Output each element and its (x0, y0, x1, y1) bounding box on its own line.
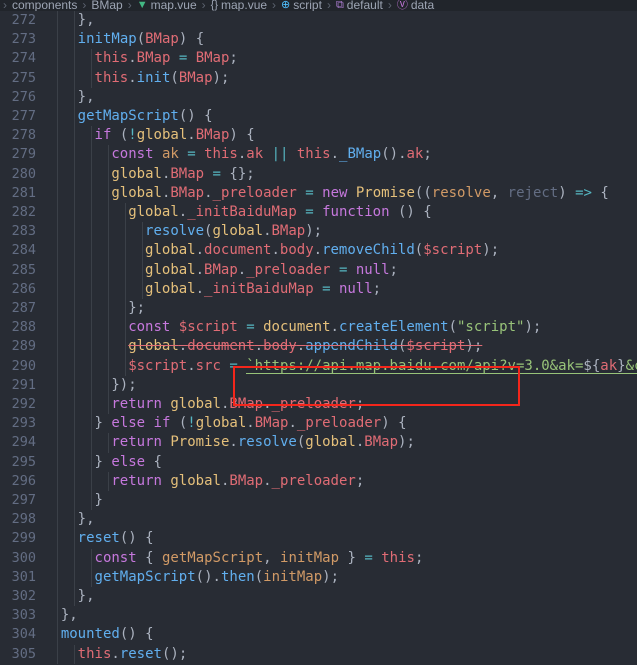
line-number: 295 (11, 453, 36, 470)
line-number: 301 (11, 568, 36, 585)
breadcrumb-separator: › (326, 0, 331, 11)
line-number: 300 (11, 549, 36, 566)
breadcrumb-separator: › (387, 0, 392, 11)
line-number: 303 (11, 607, 36, 624)
code-line-text: this.reset(); (77, 645, 188, 662)
code-line-text: global._initBaiduMap = null; (145, 280, 382, 297)
data-property-symbol-icon: Ⓥ (396, 0, 408, 11)
line-number: 285 (11, 261, 36, 278)
breadcrumb-item-default[interactable]: ⧉ default (336, 0, 383, 11)
breadcrumb-item-components[interactable]: components (12, 0, 77, 11)
breadcrumb-separator: › (201, 0, 206, 11)
breadcrumb-item-label: script (293, 0, 322, 11)
line-number: 290 (11, 357, 36, 374)
code-line-text: initMap(BMap) { (77, 31, 205, 48)
code-line-text: }, (77, 511, 95, 528)
code-line-text: global.BMap = {}; (111, 165, 255, 182)
breadcrumb-item-label: map.vue (221, 0, 268, 11)
breadcrumb-separator: › (82, 0, 87, 11)
code-line-text: }, (77, 12, 95, 28)
breadcrumb-separator: › (272, 0, 277, 11)
code-line-text: return Promise.resolve(global.BMap); (111, 434, 415, 451)
code-line-text: if (!global.BMap) { (94, 127, 255, 144)
line-number: 289 (11, 338, 36, 355)
code-line-text: }); (111, 376, 137, 393)
breadcrumb-item-label: BMap (91, 0, 123, 11)
line-number: 292 (11, 396, 36, 412)
line-number: 282 (11, 204, 36, 220)
line-number: 294 (11, 434, 36, 451)
line-number: 302 (11, 588, 36, 604)
code-line-text: mounted() { (60, 626, 154, 643)
line-number: 299 (11, 530, 36, 547)
breadcrumb-item-data[interactable]: Ⓥdata (397, 0, 434, 11)
line-number: 293 (11, 415, 36, 432)
line-number: 297 (11, 492, 36, 508)
breadcrumb-item-label: components (12, 0, 78, 11)
line-number: 305 (11, 645, 36, 662)
code-line-text: getMapScript().then(initMap); (94, 568, 340, 585)
line-number: 287 (11, 300, 36, 316)
line-number: 275 (11, 69, 36, 86)
breadcrumb-item-bmap[interactable]: BMap (91, 0, 122, 11)
line-number: 291 (11, 376, 36, 393)
code-line-text: getMapScript() { (77, 108, 213, 124)
line-number: 279 (11, 146, 36, 163)
line-number: 273 (11, 31, 36, 48)
code-line-text: global.BMap._preloader = new Promise((re… (111, 184, 609, 201)
line-number: 276 (11, 88, 36, 105)
code-line-text: $script.src = `https://api.map.baidu.com… (128, 357, 637, 376)
breadcrumb-item-label: map.vue (150, 0, 197, 11)
breadcrumb-item-map-vue[interactable]: {} map.vue (211, 0, 267, 11)
code-line-text: global.document.body.removeChild($script… (145, 242, 500, 259)
line-number: 281 (11, 184, 36, 201)
line-number: 296 (11, 472, 36, 489)
code-line-text: this.BMap = BMap; (94, 50, 238, 67)
line-number: 288 (11, 319, 36, 336)
code-line-text: const { getMapScript, initMap } = this; (94, 549, 424, 566)
default-export-symbol-icon: ⧉ (335, 0, 344, 11)
code-line-text: global.document.body.appendChild($script… (128, 338, 483, 355)
code-line-text: }, (77, 88, 95, 105)
code-line-text: reset() { (77, 530, 154, 547)
breadcrumb-item-label: data (410, 0, 435, 11)
code-line-text: global.BMap._preloader = null; (145, 261, 398, 278)
line-number: 274 (11, 50, 36, 67)
script-symbol-icon: ⊕ (281, 0, 291, 11)
braces-symbol-icon: {} (210, 0, 219, 11)
code-line-text: global._initBaiduMap = function () { (128, 204, 432, 220)
breadcrumb[interactable]: src›components›BMap›▼map.vue›{}map.vue›⊕… (0, 0, 637, 11)
line-number: 298 (11, 511, 36, 528)
code-line-text: resolve(global.BMap); (145, 223, 323, 240)
code-line-text: } else { (94, 453, 162, 470)
code-line-text: }, (60, 607, 78, 624)
code-line-text: } else if (!global.BMap._preloader) { (94, 415, 407, 432)
code-line-text: this.init(BMap); (94, 69, 230, 86)
code-line-text: const ak = this.ak || this._BMap().ak; (111, 146, 432, 163)
code-line-text: return global.BMap._preloader; (111, 396, 365, 412)
line-number: 278 (11, 127, 36, 144)
code-line-text: } (94, 492, 103, 508)
breadcrumb-separator: › (3, 0, 7, 11)
code-line-text: }; (128, 300, 146, 316)
line-number: 283 (11, 223, 36, 240)
code-line-text: return global.BMap._preloader; (111, 472, 365, 489)
breadcrumb-item-map-vue[interactable]: ▼ map.vue (137, 0, 197, 11)
line-number: 286 (11, 280, 36, 297)
line-number: 272 (11, 12, 36, 28)
breadcrumb-separator: › (127, 0, 132, 11)
code-editor-window: src›components›BMap›▼map.vue›{}map.vue›⊕… (0, 0, 637, 665)
line-number: 304 (11, 626, 36, 643)
line-number: 277 (11, 108, 36, 124)
line-number: 284 (11, 242, 36, 259)
editor-code-area[interactable]: 272}, 273 initMap(BMap) { 274 this.BMap = BM… (0, 11, 637, 665)
breadcrumb-item-script[interactable]: ⊕ script (281, 0, 322, 11)
breadcrumb-item-label: default (346, 0, 383, 11)
code-line-text: const $script = document.createElement("… (128, 319, 542, 336)
vue-file-icon: ▼ (136, 0, 148, 11)
line-number: 280 (11, 165, 36, 182)
code-line-text: }, (77, 588, 95, 604)
